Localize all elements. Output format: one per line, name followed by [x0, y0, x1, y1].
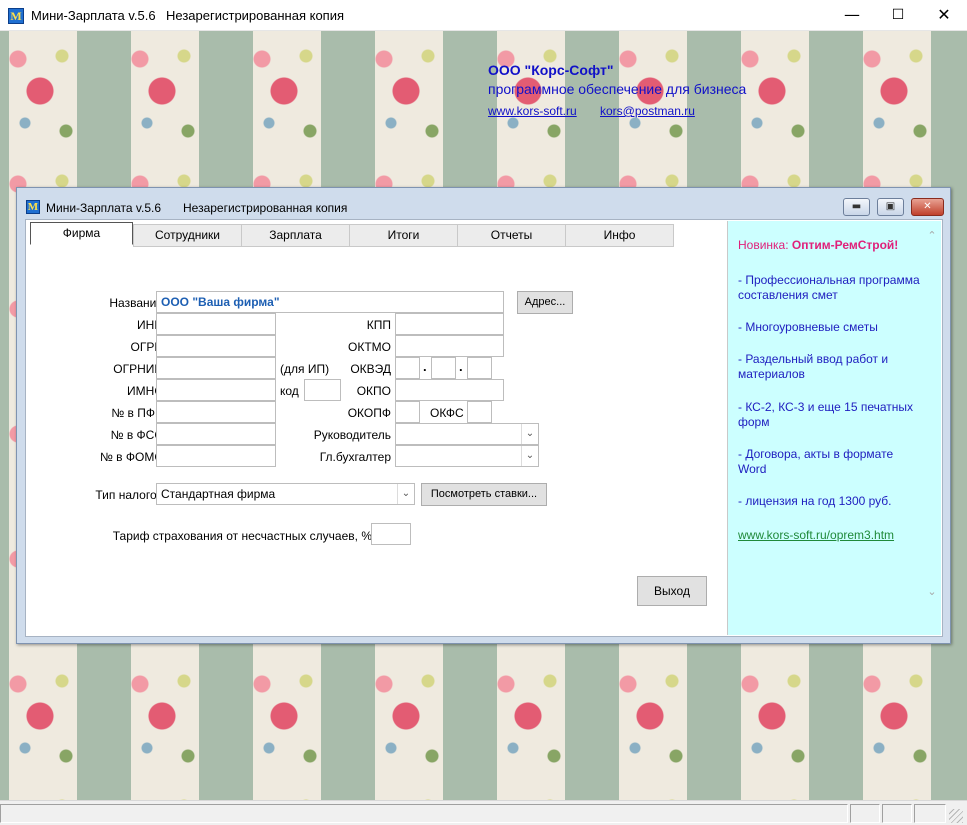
dialog-restore-button[interactable]: ▣ [877, 198, 904, 216]
ad-item: - КС-2, КС-3 и еще 15 печатных форм [738, 400, 914, 429]
tab-totals[interactable]: Итоги [349, 224, 458, 247]
pfr-input[interactable] [156, 401, 276, 423]
company-email-link[interactable]: kors@postman.ru [600, 104, 695, 118]
dialog-close-button[interactable]: ✕ [911, 198, 944, 216]
ad-product-name: Оптим-РемСтрой! [791, 238, 899, 252]
ad-product-link[interactable]: www.kors-soft.ru/oprem3.htm [738, 528, 923, 543]
dialog-logo-icon: M [26, 200, 40, 214]
tab-info[interactable]: Инфо [565, 224, 674, 247]
foms-label: № в ФОМС [99, 450, 163, 464]
kpp-input[interactable] [395, 313, 504, 335]
chevron-down-icon[interactable]: ⌄ [925, 585, 939, 599]
chevron-down-icon[interactable]: ⌄ [521, 424, 538, 444]
ogrn-input[interactable] [156, 335, 276, 357]
okopf-label: ОКОПФ [347, 406, 391, 420]
okopf-input[interactable] [395, 401, 420, 423]
tax-type-label: Тип налогов [95, 488, 163, 502]
resize-grip-icon[interactable] [949, 809, 963, 823]
main-titlebar: M Мини-Зарплата v.5.6 Незарегистрированн… [0, 0, 967, 31]
tax-type-value: Стандартная фирма [161, 487, 276, 501]
window-close-button[interactable]: ✕ [921, 0, 967, 31]
accountant-label: Гл.бухгалтер [319, 450, 391, 464]
okved-part1-input[interactable] [395, 357, 420, 379]
imns-code-input[interactable] [304, 379, 341, 401]
company-tagline: программное обеспечение для бизнеса [488, 81, 747, 97]
ogrnip-input[interactable] [156, 357, 276, 379]
okved-part3-input[interactable] [467, 357, 492, 379]
okpo-input[interactable] [395, 379, 504, 401]
firm-name-input[interactable]: ООО "Ваша фирма" [156, 291, 504, 313]
dialog-minimize-button[interactable]: ▬ [843, 198, 870, 216]
status-panel-3 [914, 804, 946, 823]
firm-dialog: M Мини-Зарплата v.5.6 Незарегистрированн… [16, 187, 951, 644]
okpo-label: ОКПО [356, 384, 391, 398]
status-panel-2 [882, 804, 912, 823]
window-subtitle: Незарегистрированная копия [166, 8, 345, 23]
status-panel-1 [850, 804, 880, 823]
ad-item: - Многоуровневые сметы [738, 320, 878, 334]
oktmo-input[interactable] [395, 335, 504, 357]
inn-input[interactable] [156, 313, 276, 335]
company-site-link[interactable]: www.kors-soft.ru [488, 104, 577, 118]
chevron-up-icon[interactable]: ⌃ [925, 229, 939, 243]
imns-input[interactable] [156, 379, 276, 401]
director-label: Руководитель [313, 428, 391, 442]
name-label: Название [109, 296, 163, 310]
dialog-subtitle: Незарегистрированная копия [183, 201, 348, 215]
ad-panel: Новинка: Оптим-РемСтрой! - Профессиональ… [727, 221, 941, 635]
okved-part2-input[interactable] [431, 357, 456, 379]
director-select[interactable]: ⌄ [395, 423, 539, 445]
chevron-down-icon[interactable]: ⌄ [397, 484, 414, 504]
ad-item: - Профессиональная программа составления… [738, 273, 920, 302]
dialog-client-area: Сотрудники Зарплата Итоги Отчеты Инфо Фи… [25, 219, 943, 637]
tab-firm[interactable]: Фирма [30, 222, 133, 245]
ad-prefix: Новинка: [738, 238, 792, 252]
tab-salary[interactable]: Зарплата [241, 224, 350, 247]
okved-label: ОКВЭД [350, 362, 391, 376]
window-title: Мини-Зарплата v.5.6 [31, 8, 156, 23]
accident-rate-label: Тариф страхования от несчастных случаев,… [112, 529, 372, 543]
view-rates-button[interactable]: Посмотреть ставки... [421, 483, 547, 506]
dialog-title: Мини-Зарплата v.5.6 [46, 201, 162, 215]
oktmo-label: ОКТМО [348, 340, 391, 354]
ad-item: - Договора, акты в формате Word [738, 447, 894, 476]
company-name: ООО "Корс-Софт" [488, 62, 614, 78]
accident-rate-input[interactable] [371, 523, 411, 545]
fss-input[interactable] [156, 423, 276, 445]
foms-input[interactable] [156, 445, 276, 467]
window-minimize-button[interactable]: — [829, 0, 875, 31]
exit-button[interactable]: Выход [637, 576, 707, 606]
okved-separator-2: . [459, 359, 463, 374]
ad-headline: Новинка: Оптим-РемСтрой! [738, 238, 923, 253]
tax-type-select[interactable]: Стандартная фирма ⌄ [156, 483, 415, 505]
tab-reports[interactable]: Отчеты [457, 224, 566, 247]
kpp-label: КПП [366, 318, 391, 332]
status-panel-main [0, 804, 848, 823]
ad-item: - лицензия на год 1300 руб. [738, 494, 892, 508]
accountant-select[interactable]: ⌄ [395, 445, 539, 467]
tab-employees[interactable]: Сотрудники [133, 224, 242, 247]
tab-bar: Сотрудники Зарплата Итоги Отчеты Инфо Фи… [26, 221, 726, 247]
okfs-input[interactable] [467, 401, 492, 423]
window-maximize-button[interactable]: ☐ [875, 0, 921, 31]
kod-label: код [280, 384, 299, 398]
dialog-titlebar[interactable]: M Мини-Зарплата v.5.6 Незарегистрированн… [17, 188, 950, 218]
address-button[interactable]: Адрес... [517, 291, 573, 314]
okfs-label: ОКФС [430, 406, 464, 420]
okved-separator-1: . [423, 359, 427, 374]
chevron-down-icon[interactable]: ⌄ [521, 446, 538, 466]
for-ip-label: (для ИП) [280, 362, 330, 376]
app-logo-icon: M [8, 8, 24, 24]
ad-item: - Раздельный ввод работ и материалов [738, 352, 889, 381]
status-bar [0, 800, 967, 825]
